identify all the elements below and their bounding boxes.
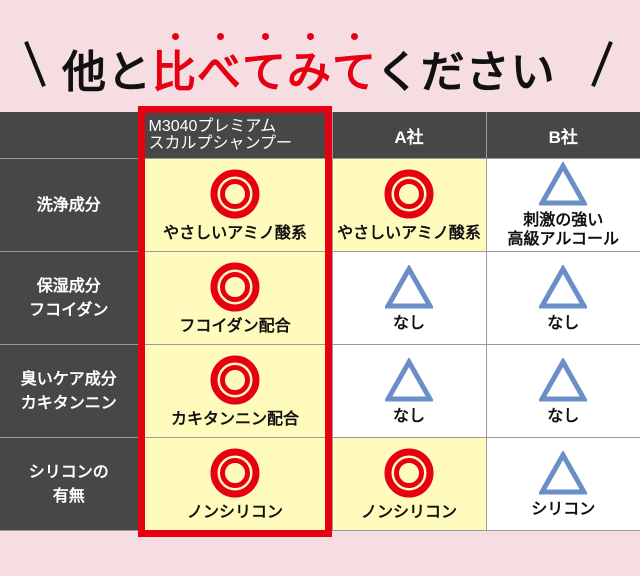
table-cell: フコイダン配合: [137, 251, 333, 345]
left-slash-decoration: [24, 40, 46, 88]
heading-suffix: ください: [375, 47, 556, 98]
table-cell: やさしいアミノ酸系: [137, 158, 333, 252]
heading-accent-char: て: [242, 33, 287, 98]
row-label: 保湿成分 フコイダン: [0, 251, 139, 345]
table-cell: なし: [485, 344, 640, 438]
double-circle-icon: [210, 448, 260, 497]
right-slash-decoration: [591, 40, 613, 88]
table-cell: 刺激の強い 高級アルコール: [485, 158, 640, 252]
heading-prefix: 他と: [62, 47, 152, 98]
row-label: 洗浄成分: [0, 158, 139, 252]
cell-text: フコイダン配合: [179, 315, 291, 335]
triangle-icon: [385, 357, 433, 401]
cell-text: 刺激の強い: [523, 210, 604, 229]
double-circle-icon: [210, 262, 260, 311]
table-row: シリコンの 有無ノンシリコン ノンシリコン シリコン: [0, 437, 640, 531]
heading-accent-char: べ: [197, 33, 242, 98]
row-label: シリコンの 有無: [0, 437, 139, 531]
table-header-row: M3040プレミアム スカルプシャンプー A社 B社: [0, 112, 640, 159]
table-cell: なし: [485, 251, 640, 345]
triangle-icon: [539, 450, 588, 494]
triangle-icon: [539, 357, 588, 401]
cell-text: やさしいアミノ酸系: [163, 222, 307, 242]
double-circle-icon: [384, 169, 434, 218]
emphasis-dot: [216, 33, 224, 40]
heading-text: 他と比べてみてください: [62, 33, 556, 100]
table-cell: シリコン: [485, 437, 640, 531]
table-row: 保湿成分 フコイダンフコイダン配合 なし なし: [0, 251, 640, 345]
cell-text: なし: [392, 405, 425, 425]
table-cell: ノンシリコン: [331, 437, 487, 531]
emphasis-dot: [261, 33, 269, 40]
header-our-product: M3040プレミアム スカルプシャンプー: [137, 112, 333, 159]
page-heading: 他と比べてみてください: [0, 0, 640, 106]
row-label: 臭いケア成分 カキタンニン: [0, 344, 139, 438]
cell-text: なし: [547, 312, 580, 332]
cell-text: シリコン: [531, 498, 596, 518]
header-corner: [0, 112, 139, 159]
double-circle-icon: [384, 448, 434, 497]
double-circle-icon: [210, 355, 260, 404]
table-cell: カキタンニン配合: [137, 344, 333, 438]
heading-accent-char: 比: [152, 33, 197, 98]
heading-accent-char: み: [287, 33, 332, 98]
comparison-table: M3040プレミアム スカルプシャンプー A社 B社 洗浄成分やさしいアミノ酸系…: [0, 112, 640, 531]
triangle-icon: [539, 264, 588, 308]
double-circle-icon: [210, 169, 260, 218]
emphasis-dot: [171, 33, 179, 40]
cell-text: ノンシリコン: [360, 501, 457, 521]
cell-text: やさしいアミノ酸系: [337, 222, 481, 242]
heading-accent-char: て: [332, 33, 376, 98]
cell-text: カキタンニン配合: [170, 408, 299, 428]
table-cell: なし: [331, 344, 487, 438]
header-company-a: A社: [331, 112, 487, 159]
cell-text: なし: [547, 405, 580, 425]
triangle-icon: [385, 264, 433, 308]
cell-text: 高級アルコール: [507, 229, 620, 248]
table-cell: ノンシリコン: [137, 437, 333, 531]
cell-text: ノンシリコン: [186, 501, 283, 521]
table-cell: なし: [331, 251, 487, 345]
triangle-icon: [539, 162, 588, 206]
table-row: 臭いケア成分 カキタンニンカキタンニン配合 なし なし: [0, 344, 640, 438]
table-row: 洗浄成分 やさしいアミノ酸系 やさしいアミノ酸系 刺激の強い 高級アルコール: [0, 158, 640, 252]
emphasis-dot: [350, 33, 358, 40]
table-cell: やさしいアミノ酸系: [331, 158, 487, 252]
emphasis-dot: [306, 33, 314, 40]
cell-text: なし: [392, 312, 425, 332]
header-company-b: B社: [485, 112, 640, 159]
